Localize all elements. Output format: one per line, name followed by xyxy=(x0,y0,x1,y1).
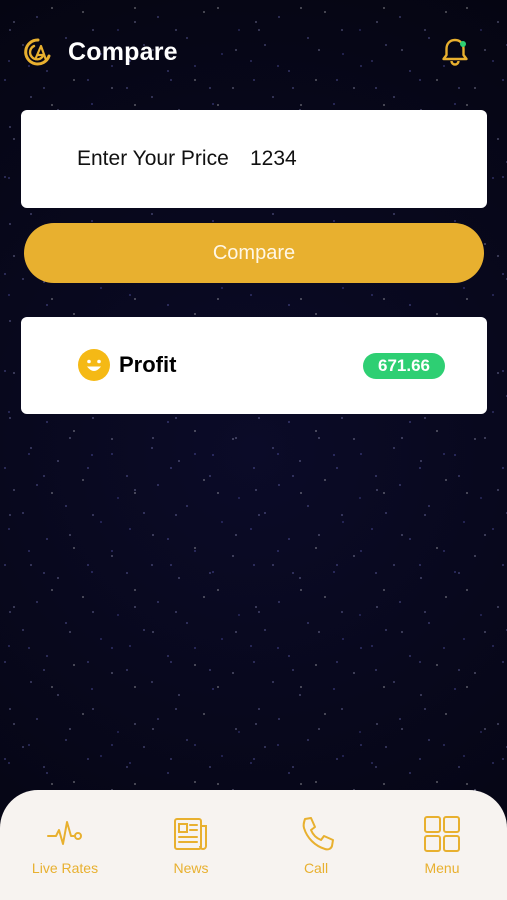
header: Compare xyxy=(0,28,507,78)
tab-label: Call xyxy=(303,860,329,876)
tab-call[interactable]: Call xyxy=(266,814,366,884)
price-input[interactable] xyxy=(250,143,450,175)
price-label: Enter Your Price xyxy=(77,147,229,170)
tab-label: Menu xyxy=(424,860,460,876)
page-title: Compare xyxy=(68,38,178,66)
smiley-icon xyxy=(78,349,110,381)
tab-menu[interactable]: Menu xyxy=(392,814,492,884)
gold-coin-logo-icon xyxy=(24,38,51,66)
bottom-tab-bar: Live Rates News Call Menu xyxy=(0,790,507,900)
grid-icon xyxy=(424,816,460,852)
result-card: Profit 671.66 xyxy=(21,317,487,414)
phone-icon xyxy=(302,817,334,851)
tab-live-rates[interactable]: Live Rates xyxy=(15,814,115,884)
price-card: Enter Your Price xyxy=(21,110,487,208)
tab-news[interactable]: News xyxy=(141,814,241,884)
pulse-line-icon xyxy=(47,821,82,845)
result-value-badge: 671.66 xyxy=(363,353,445,379)
result-label: Profit xyxy=(119,352,177,377)
tab-label: News xyxy=(173,860,209,876)
compare-button[interactable]: Compare xyxy=(24,223,484,283)
bell-icon[interactable] xyxy=(440,36,470,68)
newspaper-icon xyxy=(174,818,207,850)
tab-label: Live Rates xyxy=(31,860,99,876)
